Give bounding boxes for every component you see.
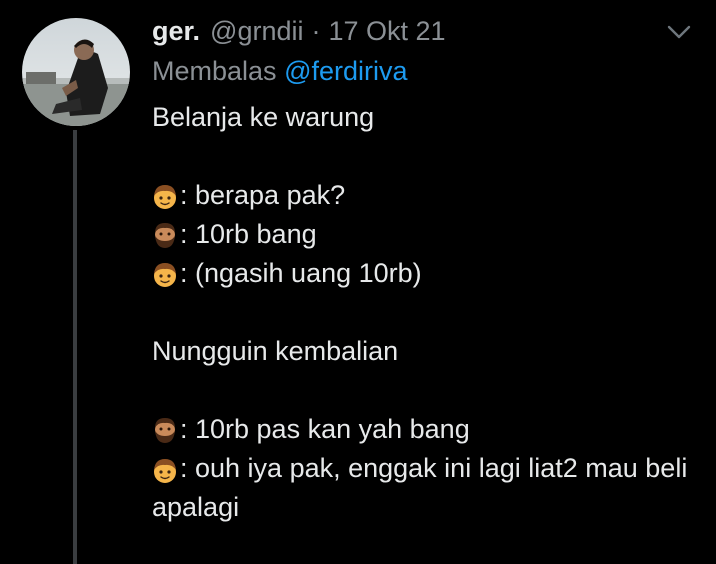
boy-emoji-icon	[152, 260, 178, 288]
text-line-content: : 10rb bang	[180, 219, 317, 249]
tweet-date[interactable]: 17 Okt 21	[328, 16, 445, 47]
reply-context: Membalas @ferdiriva	[152, 56, 408, 87]
separator-dot: ·	[311, 16, 321, 46]
tweet-header: ger. @grndii · 17 Okt 21	[152, 16, 446, 48]
text-line: Belanja ke warung	[152, 98, 700, 137]
text-line-content: : ouh iya pak, enggak ini lagi liat2 mau…	[152, 453, 688, 522]
author-handle[interactable]: @grndii	[210, 16, 303, 47]
text-line-content: : (ngasih uang 10rb)	[180, 258, 422, 288]
tweet-text: Belanja ke warung : berapa pak? : 10rb b…	[152, 98, 700, 527]
text-line-content: Nungguin kembalian	[152, 336, 399, 366]
dialog-line: : berapa pak?	[152, 176, 700, 215]
dialog-line: : 10rb pas kan yah bang	[152, 410, 700, 449]
dialog-line: : ouh iya pak, enggak ini lagi liat2 mau…	[152, 449, 700, 527]
dialog-line: : 10rb bang	[152, 215, 700, 254]
boy-emoji-icon	[152, 456, 178, 484]
chevron-down-icon[interactable]	[664, 20, 694, 44]
avatar[interactable]	[22, 18, 130, 126]
reply-mention-link[interactable]: @ferdiriva	[284, 56, 407, 86]
author-name[interactable]: ger.	[152, 16, 200, 47]
boy-emoji-icon	[152, 182, 178, 210]
text-line-content: : 10rb pas kan yah bang	[180, 414, 470, 444]
text-line: Nungguin kembalian	[152, 332, 700, 371]
reply-prefix: Membalas	[152, 56, 277, 86]
text-line-content: : berapa pak?	[180, 180, 346, 210]
bearded-man-emoji-icon	[152, 416, 178, 444]
text-line-content: Belanja ke warung	[152, 102, 375, 132]
tweet[interactable]: ger. @grndii · 17 Okt 21 Membalas @ferdi…	[0, 0, 716, 564]
thread-line	[73, 130, 77, 564]
bearded-man-emoji-icon	[152, 221, 178, 249]
dialog-line: : (ngasih uang 10rb)	[152, 254, 700, 293]
